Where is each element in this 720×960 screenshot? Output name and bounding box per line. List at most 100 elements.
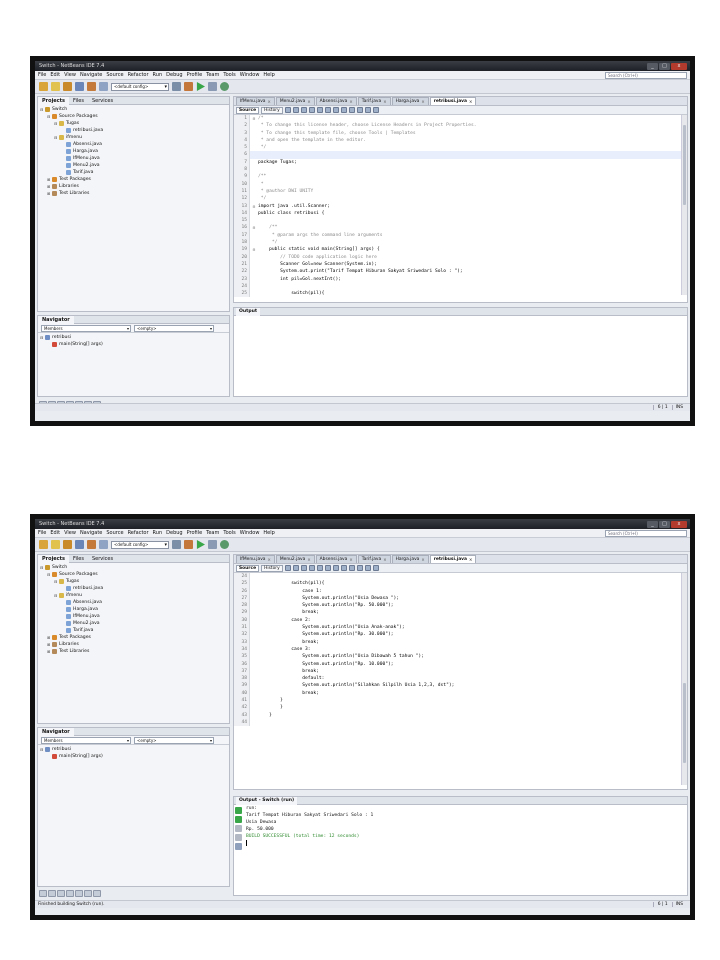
stop-icon[interactable] [235,825,242,832]
filter-icon[interactable] [75,890,83,897]
code-line[interactable]: 13 ⊟ import java .util.Scanner; [234,202,687,210]
code-line[interactable]: 24 [234,282,687,291]
code-line[interactable]: 2 * To change this license header, choos… [234,122,687,130]
profile-icon[interactable] [220,540,229,549]
close-tab-icon[interactable]: × [268,556,271,564]
fold-toggle-icon[interactable] [250,239,258,246]
fold-toggle-icon[interactable] [250,609,258,616]
fold-toggle-icon[interactable] [250,283,258,290]
filter-icon[interactable] [57,890,65,897]
rerun-options-icon[interactable] [235,816,242,823]
code-line[interactable]: 30 case 2: [234,616,687,625]
menu-debug[interactable]: Debug [166,530,182,536]
search-input[interactable]: Search (Ctrl+I) [605,71,687,79]
editor-file-tab[interactable]: retribusi.java × [429,555,477,564]
build-icon[interactable] [172,82,181,91]
tree-item[interactable]: ⊞ Test Libraries [40,648,227,655]
minimize-button[interactable]: _ [647,520,658,528]
editor-file-tab[interactable]: IfMenu.java × [236,555,275,563]
fold-toggle-icon[interactable] [250,173,258,180]
editor-tool-icon[interactable] [340,107,347,113]
fold-toggle-icon[interactable]: ⊟ [250,246,258,253]
filter-icon[interactable] [84,890,92,897]
source-button[interactable]: Source [236,564,260,572]
fold-toggle-icon[interactable] [250,617,258,624]
run-icon[interactable] [196,82,205,91]
clean-build-icon[interactable] [184,540,193,549]
editor-tool-icon[interactable] [292,107,299,113]
tree-item[interactable]: Menu2.java [40,162,227,169]
code-area[interactable]: 1 ⊟/* 2 * To change this license header, c… [234,115,687,298]
code-line[interactable]: 24 [234,573,687,581]
fold-toggle-icon[interactable] [250,188,258,195]
code-line[interactable]: 25 switch(pil){ [234,580,687,588]
code-line[interactable]: 33 break; [234,638,687,646]
tree-item[interactable]: Absensi.java [40,141,227,148]
menu-file[interactable]: File [38,72,46,78]
debug-icon[interactable] [208,540,217,549]
tree-item[interactable]: main(String[] args) [40,341,227,348]
fold-toggle-icon[interactable] [250,704,258,711]
fold-toggle-icon[interactable] [250,573,258,580]
code-line[interactable]: 15 [234,217,687,225]
code-line[interactable]: 38 default: [234,675,687,683]
editor-file-tab[interactable]: Menu2.java × [275,555,315,564]
fold-toggle-icon[interactable] [250,268,258,275]
code-line[interactable]: 40 break; [234,689,687,698]
new-file-icon[interactable] [51,82,60,91]
tree-item[interactable]: ⊟ Switch [40,106,227,113]
rerun-icon[interactable] [235,807,242,814]
output-tab[interactable]: Output - Switch (run) [236,796,298,805]
fold-toggle-icon[interactable] [250,631,258,638]
tree-item[interactable]: ⊟ Switch [40,564,227,571]
code-line[interactable]: 44 [234,718,687,727]
fold-toggle-icon[interactable] [250,144,258,151]
editor-file-tab[interactable]: Absensi.java × [315,97,357,105]
editor-tool-icon[interactable] [284,565,291,571]
tree-item[interactable]: main(String[] args) [40,753,227,760]
tree-item[interactable]: ⊟ ifmenu [40,134,227,141]
open-project-icon[interactable] [63,540,72,549]
close-tab-icon[interactable]: × [469,556,472,564]
close-tab-icon[interactable]: × [307,556,310,564]
code-line[interactable]: 12 */ [234,195,687,203]
editor-file-tab[interactable]: IfMenu.java × [236,97,275,105]
menu-edit[interactable]: Edit [50,72,60,78]
code-line[interactable]: 1 ⊟/* [234,115,687,123]
members-select[interactable]: Members [41,736,131,744]
menu-team[interactable]: Team [206,530,219,536]
fold-toggle-icon[interactable] [250,130,258,137]
editor-tool-icon[interactable] [292,565,299,571]
editor-tool-icon[interactable] [364,107,371,113]
filter-icon[interactable] [93,890,101,897]
redo-icon[interactable] [99,82,108,91]
maximize-button[interactable]: □ [659,62,670,70]
clear-icon[interactable] [235,843,242,850]
fold-toggle-icon[interactable] [250,232,258,239]
tree-item[interactable]: ⊟ retribusi [40,746,227,753]
build-icon[interactable] [172,540,181,549]
tree-item[interactable]: Menu2.java [40,620,227,627]
code-area[interactable]: 24 25 switch(pil){26 case 1: 27 System.out… [234,573,687,727]
menu-window[interactable]: Window [240,72,260,78]
editor-tool-icon[interactable] [308,565,315,571]
open-project-icon[interactable] [63,82,72,91]
menu-view[interactable]: View [64,530,76,536]
fold-toggle-icon[interactable] [250,588,258,595]
editor-tool-icon[interactable] [324,107,331,113]
tree-item[interactable]: ⊞ Libraries [40,183,227,190]
editor-tool-icon[interactable] [284,107,291,113]
close-button[interactable]: x [671,520,687,528]
code-line[interactable]: 17 * @param args the command line argume… [234,231,687,240]
tree-item[interactable]: Absensi.java [40,599,227,606]
fold-toggle-icon[interactable] [250,719,258,726]
editor-tool-icon[interactable] [372,107,379,113]
code-line[interactable]: 37 break; [234,667,687,676]
profile-icon[interactable] [220,82,229,91]
code-line[interactable]: 43 } [234,711,687,719]
new-file-icon[interactable] [51,540,60,549]
filter-icon[interactable] [39,890,47,897]
tree-item[interactable]: ⊞ Test Libraries [40,190,227,197]
code-line[interactable]: 26 case 1: [234,587,687,595]
maximize-button[interactable]: □ [659,520,670,528]
